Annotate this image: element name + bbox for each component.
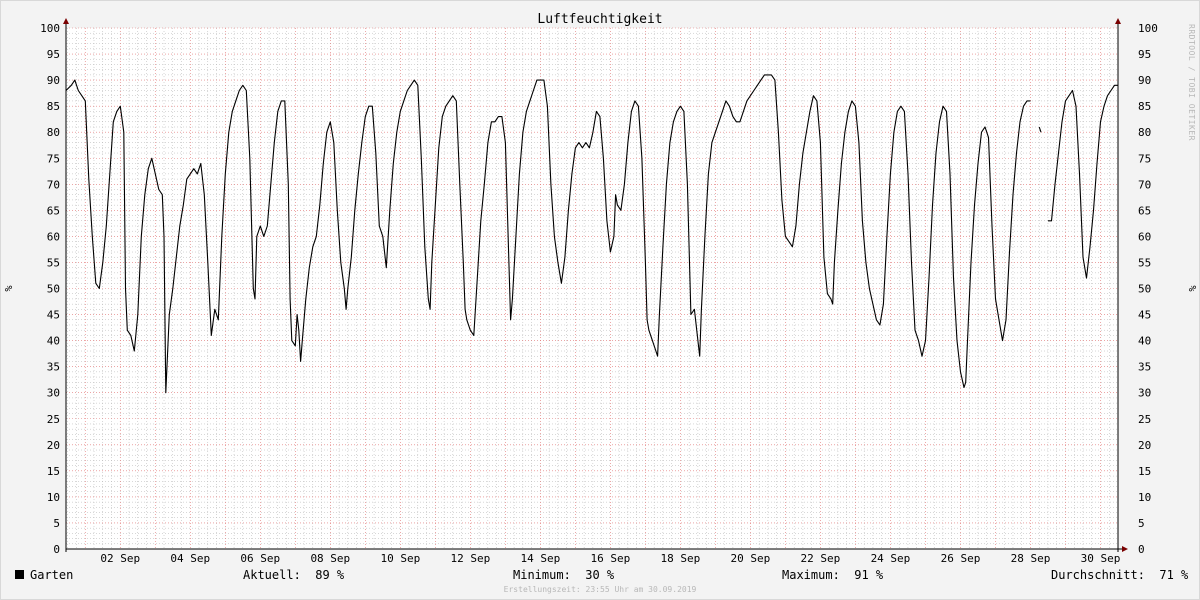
y-tick-label-left: 65 bbox=[47, 204, 60, 217]
y-tick-label-left: 100 bbox=[40, 22, 60, 35]
chart-title: Luftfeuchtigkeit bbox=[537, 12, 662, 27]
y-tick-label-right: 30 bbox=[1138, 387, 1151, 400]
rrdtool-watermark: RRDTOOL / TOBI OETIKER bbox=[1187, 24, 1196, 141]
y-tick-label-right: 10 bbox=[1138, 491, 1151, 504]
humidity-chart: 0 05 510 1015 1520 2025 2530 3035 3540 4045 4550 50… bbox=[4, 12, 1199, 565]
x-tick-label: 12 Sep bbox=[450, 552, 490, 565]
y-axis-arrow-right bbox=[1115, 18, 1121, 24]
y-tick-label-left: 70 bbox=[47, 178, 60, 191]
y-tick-label-left: 55 bbox=[47, 256, 60, 269]
y-tick-label-right: 100 bbox=[1138, 22, 1158, 35]
y-axis-label-right: % bbox=[1188, 285, 1199, 291]
y-tick-label-left: 30 bbox=[47, 387, 60, 400]
y-tick-label-right: 45 bbox=[1138, 309, 1151, 322]
y-tick-label-left: 75 bbox=[47, 152, 60, 165]
y-tick-label-left: 50 bbox=[47, 283, 60, 296]
y-tick-label-left: 35 bbox=[47, 361, 60, 374]
y-tick-label-right: 65 bbox=[1138, 204, 1151, 217]
y-tick-label-right: 80 bbox=[1138, 126, 1151, 139]
y-tick-label-left: 60 bbox=[47, 230, 60, 243]
x-tick-label: 18 Sep bbox=[661, 552, 701, 565]
y-tick-label-right: 5 bbox=[1138, 517, 1145, 530]
x-tick-label: 30 Sep bbox=[1081, 552, 1121, 565]
x-tick-label: 20 Sep bbox=[731, 552, 771, 565]
x-tick-label: 22 Sep bbox=[801, 552, 841, 565]
y-tick-label-right: 90 bbox=[1138, 74, 1151, 87]
y-tick-label-right: 60 bbox=[1138, 230, 1151, 243]
x-tick-label: 26 Sep bbox=[941, 552, 981, 565]
x-tick-label: 10 Sep bbox=[380, 552, 420, 565]
y-tick-label-right: 75 bbox=[1138, 152, 1151, 165]
y-axis-label-left: % bbox=[4, 285, 15, 291]
x-tick-label: 06 Sep bbox=[240, 552, 280, 565]
legend-current: Aktuell: 89 % bbox=[243, 568, 345, 582]
y-tick-label-left: 95 bbox=[47, 48, 60, 61]
x-axis-arrow bbox=[1122, 546, 1128, 552]
y-tick-label-left: 25 bbox=[47, 413, 60, 426]
y-tick-label-right: 0 bbox=[1138, 543, 1145, 556]
y-tick-label-right: 50 bbox=[1138, 283, 1151, 296]
y-tick-label-right: 55 bbox=[1138, 256, 1151, 269]
legend-maximum: Maximum: 91 % bbox=[782, 568, 884, 582]
y-tick-label-left: 80 bbox=[47, 126, 60, 139]
x-tick-label: 16 Sep bbox=[591, 552, 631, 565]
y-tick-label-right: 70 bbox=[1138, 178, 1151, 191]
x-tick-label: 02 Sep bbox=[100, 552, 140, 565]
y-tick-label-left: 90 bbox=[47, 74, 60, 87]
y-tick-label-left: 20 bbox=[47, 439, 60, 452]
y-tick-label-left: 85 bbox=[47, 100, 60, 113]
legend-average: Durchschnitt: 71 % bbox=[1051, 568, 1189, 582]
y-tick-label-right: 15 bbox=[1138, 465, 1151, 478]
y-axis-arrow-left bbox=[63, 18, 69, 24]
y-tick-label-right: 85 bbox=[1138, 100, 1151, 113]
legend-swatch bbox=[15, 570, 24, 579]
legend-minimum: Minimum: 30 % bbox=[513, 568, 615, 582]
x-tick-label: 28 Sep bbox=[1011, 552, 1051, 565]
y-tick-label-right: 95 bbox=[1138, 48, 1151, 61]
creation-time-footer: Erstellungszeit: 23:55 Uhr am 30.09.2019 bbox=[503, 585, 697, 594]
y-tick-label-left: 40 bbox=[47, 335, 60, 348]
legend-series-name: Garten bbox=[30, 568, 74, 582]
y-tick-label-left: 15 bbox=[47, 465, 60, 478]
y-tick-label-right: 40 bbox=[1138, 335, 1151, 348]
y-tick-label-right: 35 bbox=[1138, 361, 1151, 374]
x-tick-label: 24 Sep bbox=[871, 552, 911, 565]
x-tick-label: 14 Sep bbox=[520, 552, 560, 565]
y-tick-label-left: 5 bbox=[53, 517, 60, 530]
y-tick-label-right: 20 bbox=[1138, 439, 1151, 452]
x-tick-label: 08 Sep bbox=[310, 552, 350, 565]
y-tick-label-left: 10 bbox=[47, 491, 60, 504]
y-tick-label-left: 45 bbox=[47, 309, 60, 322]
y-tick-label-right: 25 bbox=[1138, 413, 1151, 426]
y-tick-label-left: 0 bbox=[53, 543, 60, 556]
x-tick-label: 04 Sep bbox=[170, 552, 210, 565]
